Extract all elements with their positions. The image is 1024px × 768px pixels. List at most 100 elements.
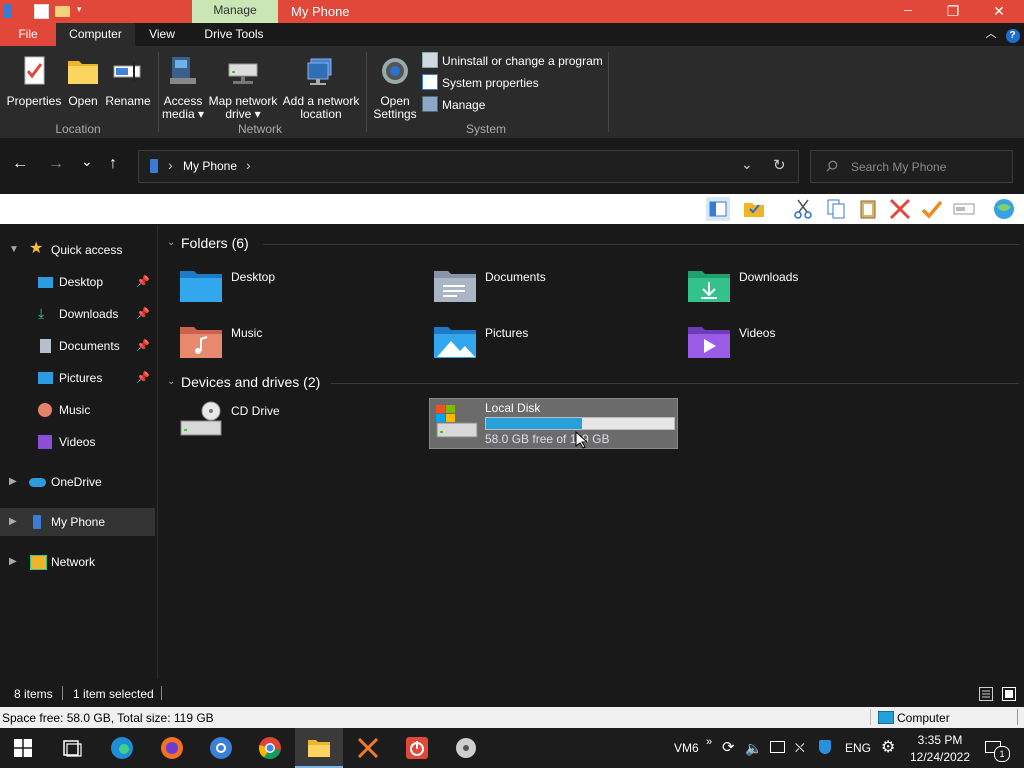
properties-button[interactable]: Properties — [6, 54, 62, 108]
chevron-right-icon[interactable]: ▶ — [9, 508, 17, 536]
group-header-folders[interactable]: ⌄ Folders (6) — [167, 235, 249, 251]
taskbar-power-app[interactable] — [393, 728, 441, 768]
close-button[interactable]: ✕ — [976, 0, 1022, 23]
breadcrumb-separator-end[interactable]: › — [246, 157, 251, 173]
network-icon[interactable]: ⛌ — [795, 728, 805, 768]
chevron-down-icon[interactable]: ▼ — [9, 236, 19, 264]
notification-center-button[interactable]: 1 — [982, 728, 1012, 768]
pin-icon[interactable]: 📌 — [136, 268, 150, 296]
folder-downloads[interactable]: Downloads — [687, 267, 927, 317]
quick-access-dropdown-icon[interactable]: ▾ — [77, 4, 82, 15]
help-icon[interactable]: ? — [1005, 23, 1020, 46]
taskbar-chromium[interactable] — [197, 728, 245, 768]
shield-icon[interactable] — [819, 728, 831, 768]
pin-icon[interactable]: 📌 — [136, 364, 150, 392]
search-box[interactable] — [810, 150, 1013, 183]
address-bar[interactable]: › My Phone › ⌄ ↻ — [138, 150, 799, 183]
start-button[interactable] — [0, 728, 48, 768]
recent-locations-button[interactable]: ⌄ — [81, 153, 93, 170]
sidebar-item-videos[interactable]: Videos — [0, 428, 155, 456]
display-icon[interactable] — [770, 728, 785, 768]
refresh-button[interactable]: ↻ — [773, 156, 786, 174]
chevron-down-icon[interactable]: ⌄ — [167, 376, 175, 387]
copy-icon[interactable] — [824, 197, 848, 221]
taskbar-file-explorer[interactable] — [295, 728, 343, 768]
minimize-button[interactable]: ─ — [885, 0, 931, 23]
quick-access-new-folder-icon[interactable] — [55, 6, 70, 17]
breadcrumb-separator[interactable]: › — [168, 157, 173, 173]
chevron-right-icon[interactable]: ▶ — [9, 548, 17, 576]
sync-icon[interactable]: ⟳ — [722, 728, 735, 768]
sidebar-item-onedrive[interactable]: ▶ OneDrive — [0, 468, 155, 496]
tray-overflow-chevron[interactable]: » — [706, 722, 712, 762]
chevron-down-icon[interactable]: ⌄ — [167, 237, 175, 248]
globe-icon[interactable] — [992, 197, 1016, 221]
tab-drive-tools[interactable]: Drive Tools — [196, 23, 272, 46]
gear-icon[interactable]: ⚙ — [881, 728, 895, 768]
quick-access-properties-icon[interactable] — [34, 4, 49, 19]
folder-videos[interactable]: Videos — [687, 323, 927, 373]
details-view-icon[interactable] — [979, 687, 993, 701]
delete-icon[interactable] — [888, 197, 912, 221]
manage-button[interactable]: Manage — [422, 96, 485, 114]
folder-pictures[interactable]: Pictures — [433, 323, 673, 373]
volume-icon[interactable]: 🔈 — [745, 728, 762, 768]
forward-button[interactable]: → — [48, 155, 64, 173]
add-network-location-button[interactable]: Add a network location — [280, 54, 362, 121]
sidebar-item-desktop[interactable]: Desktop 📌 — [0, 268, 155, 296]
large-icons-view-icon[interactable] — [1002, 687, 1016, 701]
tab-file[interactable]: File — [0, 23, 56, 46]
open-settings-button[interactable]: Open Settings — [370, 54, 420, 121]
uninstall-program-button[interactable]: Uninstall or change a program — [422, 52, 603, 70]
drive-cd[interactable]: CD Drive — [179, 401, 419, 451]
rename-button[interactable]: Rename — [104, 54, 152, 108]
sidebar-item-my-phone[interactable]: ▶ My Phone — [0, 508, 155, 536]
folder-options-icon[interactable] — [742, 197, 766, 221]
sidebar-item-pictures[interactable]: Pictures 📌 — [0, 364, 155, 392]
open-button[interactable]: Open — [64, 54, 102, 108]
taskbar-chrome[interactable] — [246, 728, 294, 768]
task-view-button[interactable] — [48, 728, 96, 768]
system-properties-button[interactable]: System properties — [422, 74, 539, 92]
access-media-button[interactable]: Access media ▾ — [160, 54, 206, 121]
manage-context-tab[interactable]: Manage — [192, 0, 278, 23]
details-pane-icon[interactable] — [706, 197, 730, 221]
taskbar-edge[interactable] — [98, 728, 146, 768]
drive-local-disk[interactable]: Local Disk 58.0 GB free of 119 GB — [429, 398, 678, 449]
folder-desktop[interactable]: Desktop — [179, 267, 419, 317]
sidebar-item-music[interactable]: Music — [0, 396, 155, 424]
rename-field-icon[interactable] — [952, 197, 976, 221]
paste-icon[interactable] — [856, 197, 880, 221]
breadcrumb-my-phone[interactable]: My Phone — [183, 159, 237, 173]
folder-music[interactable]: Music — [179, 323, 419, 373]
group-header-devices[interactable]: ⌄ Devices and drives (2) — [167, 374, 320, 390]
map-network-drive-button[interactable]: Map network drive ▾ — [206, 54, 280, 121]
resize-grip[interactable] — [1017, 709, 1018, 725]
clock[interactable]: 3:35 PM 12/24/2022 — [906, 733, 974, 765]
chevron-right-icon[interactable]: ▶ — [9, 468, 17, 496]
sidebar-item-documents[interactable]: Documents 📌 — [0, 332, 155, 360]
maximize-button[interactable]: ❐ — [930, 0, 976, 23]
up-button[interactable]: ↑ — [109, 155, 117, 173]
tray-vm-label[interactable]: VM6 — [674, 728, 699, 768]
taskbar-firefox[interactable] — [148, 728, 196, 768]
collapse-ribbon-icon[interactable]: ︿ — [982, 23, 1000, 46]
taskbar-app-x[interactable] — [344, 728, 392, 768]
sidebar-item-quick-access[interactable]: ▼ ★ Quick access — [0, 236, 155, 264]
search-input[interactable] — [849, 157, 1003, 177]
cut-icon[interactable] — [791, 197, 815, 221]
language-indicator[interactable]: ENG — [845, 728, 871, 768]
tab-view[interactable]: View — [138, 23, 186, 46]
folder-documents[interactable]: Documents — [433, 267, 673, 317]
taskbar-disc-app[interactable] — [442, 728, 490, 768]
group-label-system: System — [465, 122, 506, 136]
back-button[interactable]: ← — [12, 155, 28, 173]
videos-folder-icon — [688, 327, 730, 358]
sidebar-item-network[interactable]: ▶ Network — [0, 548, 155, 576]
checkmark-icon[interactable] — [920, 197, 944, 221]
tab-computer[interactable]: Computer — [56, 23, 135, 46]
address-dropdown-button[interactable]: ⌄ — [741, 156, 753, 173]
sidebar-item-downloads[interactable]: ⤓ Downloads 📌 — [0, 300, 155, 328]
pin-icon[interactable]: 📌 — [136, 300, 150, 328]
pin-icon[interactable]: 📌 — [136, 332, 150, 360]
